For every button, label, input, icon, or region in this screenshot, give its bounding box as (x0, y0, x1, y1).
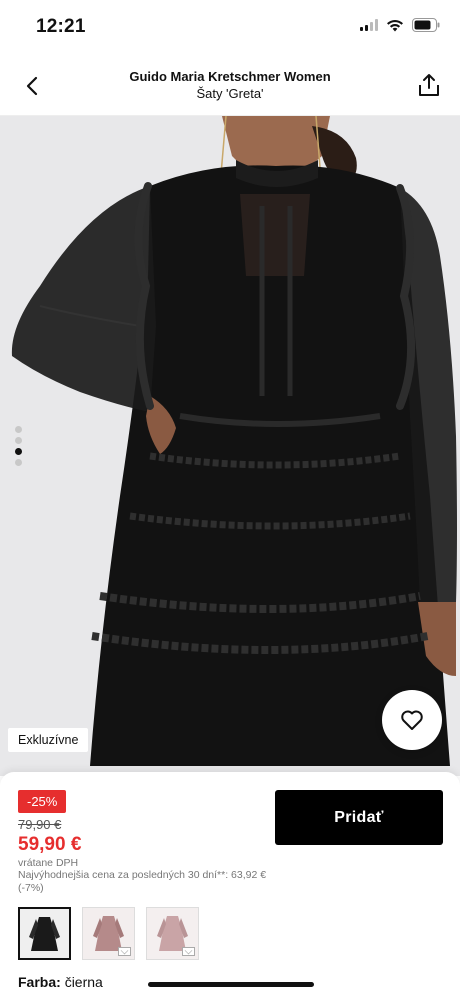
header-titles: Guido Maria Kretschmer Women Šaty 'Greta… (80, 68, 380, 102)
product-photo (0, 116, 460, 776)
status-bar: 12:21 (0, 0, 460, 54)
color-label: Farba: (18, 974, 61, 990)
brand-name: Guido Maria Kretschmer Women (129, 69, 331, 84)
product-header: Guido Maria Kretschmer Women Šaty 'Greta… (0, 54, 460, 116)
exclusive-badge: Exkluzívne (8, 728, 89, 752)
gallery-pagination (15, 426, 22, 466)
variant-thumbnails (18, 907, 199, 960)
wishlist-button[interactable] (382, 690, 442, 750)
variant-thumbnail-rose[interactable] (146, 907, 199, 960)
gallery-dot-active[interactable] (15, 448, 22, 455)
sale-price: 59,90 € (18, 834, 82, 855)
status-time: 12:21 (36, 16, 86, 37)
original-price: 79,90 € (18, 817, 62, 832)
gallery-dot[interactable] (15, 426, 22, 433)
dress-thumbnail-image (20, 909, 69, 958)
gallery-dot[interactable] (15, 437, 22, 444)
chevron-left-icon (26, 76, 38, 96)
share-button[interactable] (412, 68, 446, 102)
share-icon (419, 74, 439, 96)
wifi-icon (386, 19, 404, 32)
purchase-sheet: -25% 79,90 € 59,90 € vrátane DPH Najvýho… (0, 772, 460, 996)
product-name: Šaty 'Greta' (196, 86, 264, 101)
product-image-gallery[interactable]: Exkluzívne (0, 116, 460, 776)
discount-badge: -25% (18, 790, 67, 813)
variant-thumbnail-mauve[interactable] (82, 907, 135, 960)
battery-icon (412, 18, 440, 32)
back-button[interactable] (16, 70, 48, 102)
cellular-signal-icon (360, 19, 378, 31)
envelope-icon (118, 947, 131, 956)
status-icons (360, 18, 440, 32)
heart-icon (401, 710, 423, 730)
vat-note: vrátane DPH (18, 857, 79, 869)
home-indicator (148, 982, 314, 987)
color-value: čierna (64, 974, 103, 990)
envelope-icon (182, 947, 195, 956)
variant-thumbnail-black[interactable] (18, 907, 71, 960)
color-selector[interactable]: Farba: čierna (18, 974, 103, 990)
gallery-dot[interactable] (15, 459, 22, 466)
lowest-price-note: Najvýhodnejšia cena za posledných 30 dní… (18, 869, 267, 894)
add-to-cart-button[interactable]: Pridať (275, 790, 443, 845)
